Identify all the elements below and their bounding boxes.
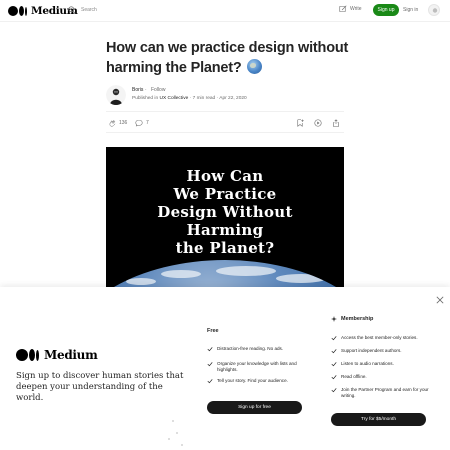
hero-text-line: How Can [186,167,264,185]
hero-text-line: the Planet? [175,239,275,257]
membership-feature-text: Read offline. [341,374,367,379]
free-feature-item: Distraction-free reading. No ads. [207,346,307,352]
free-feature-text: Tell your story. Find your audience. [217,378,288,383]
search-placeholder: Search [81,7,97,13]
sign-in-link[interactable]: Sign in [403,7,418,13]
membership-feature-text: Listen to audio narrations. [341,361,394,366]
earth-planet-illustration [106,260,344,287]
author-portrait-icon [106,85,126,105]
membership-feature-text: Support independent authors. [341,348,402,353]
user-silhouette-icon [432,8,438,13]
decorative-dot [168,438,170,440]
clap-button[interactable]: 136 [108,119,127,127]
free-feature-item: Tell your story. Find your audience. [207,378,307,384]
earth-globe-icon [247,59,263,74]
check-icon [207,379,213,384]
divider [106,111,344,112]
search-icon [68,6,76,14]
sign-up-button[interactable]: Sign up [373,4,399,16]
modal-tagline: Sign up to discover human stories that d… [16,371,184,403]
publish-date: Apr 22, 2020 [219,96,247,101]
free-feature-text: Distraction-free reading. No ads. [217,346,284,351]
medium-logo-mark [8,6,27,16]
membership-feature-text: Join the Partner Program and earn for yo… [341,387,429,398]
close-button[interactable] [435,292,445,304]
membership-title: Membership [331,316,373,322]
write-label: Write [350,6,362,12]
author-separator: · [145,87,147,93]
membership-feature-item: Listen to audio narrations. [331,361,431,367]
free-plan-title: Free [207,328,219,334]
try-membership-button[interactable]: Try for $5/month [331,413,426,426]
published-in-label: Published in [132,96,159,101]
hero-text-line: Design Without [157,203,293,221]
follow-link[interactable]: Follow [151,87,165,93]
check-icon [331,362,337,367]
check-icon [207,362,213,367]
membership-title-text: Membership [341,316,374,322]
hero-text-line: Harming [186,221,264,239]
article-title: How can we practice design without harmi… [106,38,376,78]
modal-medium-wordmark: Medium [44,348,98,362]
responses-button[interactable]: 7 [135,119,149,127]
check-icon [331,388,337,393]
article-title-text: How can we practice design without harmi… [106,40,349,76]
decorative-dot [181,444,183,446]
check-icon [331,375,337,380]
play-icon[interactable] [314,119,322,127]
membership-feature-item: Access the best member-only stories. [331,335,431,341]
search-field[interactable]: Search [68,6,97,14]
decorative-dot [172,420,174,422]
bookmark-add-icon[interactable] [296,119,304,127]
hero-image-text: How Can We Practice Design Without Harmi… [106,167,344,257]
membership-feature-item: Join the Partner Program and earn for yo… [331,387,431,399]
hero-text-line: We Practice [173,185,277,203]
check-icon [331,336,337,341]
membership-feature-text: Access the best member-only stories. [341,335,418,340]
user-avatar[interactable] [428,4,440,16]
medium-logo-mark [16,349,39,361]
author-name[interactable]: Boris [132,87,143,93]
sign-up-for-free-button[interactable]: Sign up for free [207,401,302,414]
comment-icon [135,119,143,127]
close-icon [436,296,444,304]
membership-feature-item: Support independent authors. [331,348,431,354]
decorative-dot [176,432,178,434]
top-navigation-bar: Medium Search Write Sign up Sign in [0,0,450,22]
author-avatar[interactable] [106,85,126,105]
sparkle-icon [331,316,337,322]
publication-link[interactable]: UX Collective [159,96,188,101]
hero-image: How Can We Practice Design Without Harmi… [106,147,344,287]
response-count: 7 [146,120,149,126]
publication-line: Published in UX Collective · 7 min read … [132,96,247,101]
free-feature-list: Distraction-free reading. No ads. Organi… [207,346,307,384]
membership-feature-item: Read offline. [331,374,431,380]
free-feature-item: Organize your knowledge with lists and h… [207,361,307,373]
divider [106,132,344,133]
share-icon[interactable] [332,119,340,127]
clap-icon [109,120,116,127]
free-feature-text: Organize your knowledge with lists and h… [217,361,297,372]
clap-count: 136 [119,120,128,126]
check-icon [331,349,337,354]
read-time: 7 min read [192,96,216,101]
membership-feature-list: Access the best member-only stories. Sup… [331,335,431,399]
write-button[interactable]: Write [339,5,362,13]
check-icon [207,347,213,352]
modal-medium-logo: Medium [16,348,98,362]
write-icon [339,5,347,13]
